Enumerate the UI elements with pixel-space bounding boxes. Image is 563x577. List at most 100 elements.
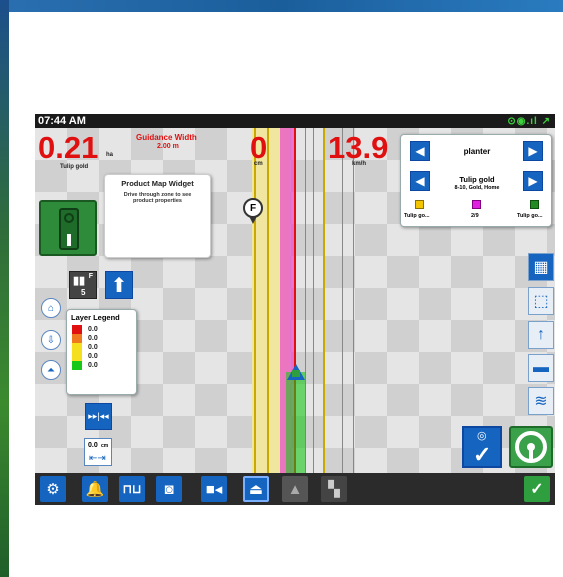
implement-button[interactable]: ⊓⊔ xyxy=(119,476,145,502)
offset-value: 0 xyxy=(250,130,268,165)
prev-implement-button[interactable]: ◀ xyxy=(410,141,430,161)
speed-unit: km/h xyxy=(352,161,367,167)
section-control-button[interactable]: ▮▮ F 5 xyxy=(69,271,97,299)
screenshot-button[interactable]: ◙ xyxy=(156,476,182,502)
engage-steering-button[interactable] xyxy=(509,426,553,468)
area-unit: ha xyxy=(106,152,114,158)
product-name: Tulip gold xyxy=(459,175,495,184)
boundary-button[interactable]: ⬚ xyxy=(528,287,554,315)
tractor-icon: ⏶ xyxy=(47,364,55,376)
video-icon: ■◂ xyxy=(205,481,223,498)
desktop-background-left xyxy=(0,0,9,577)
home-pin-icon: ⌂ xyxy=(47,302,55,314)
product-detail: 8-10, Gold, Home xyxy=(454,185,500,191)
center-section-swatch xyxy=(472,200,481,209)
autosteer-ready-button[interactable]: ◎ ✓ xyxy=(462,426,502,468)
settings-button[interactable]: ⚙ xyxy=(40,476,66,502)
layers-button[interactable]: ≋ xyxy=(528,387,554,415)
flag-marker[interactable]: F xyxy=(243,198,263,218)
lane-line xyxy=(323,128,325,473)
product-widget-title: Product Map Widget xyxy=(121,179,194,188)
mark-point-a-button[interactable]: ⌂ xyxy=(41,298,61,318)
left-section-label: Tulip go... xyxy=(404,213,430,219)
left-section-swatch xyxy=(415,200,424,209)
guidance-button[interactable]: ⏏ xyxy=(243,476,269,502)
bottom-toolbar: ⚙ 🔔 ⊓⊔ ◙ ■◂ ⏏ ▲ ▚ ✓ xyxy=(35,473,555,505)
arrow-up-icon: ⬆ xyxy=(110,274,128,297)
bell-icon: 🔔 xyxy=(85,481,105,498)
swath-view-button[interactable]: ▬ xyxy=(528,354,554,382)
steering-small-icon: ◎ xyxy=(477,430,487,442)
product-map-widget[interactable]: Product Map Widget Drive through zone to… xyxy=(104,174,211,258)
lane-line xyxy=(254,128,256,473)
steering-wheel-icon xyxy=(515,431,547,463)
area-product: Tulip gold xyxy=(60,164,89,170)
split-view-icon: ▚ xyxy=(328,481,340,498)
triangle-left-icon: ◀ xyxy=(415,144,425,158)
guidance-width-value: 2.00 m xyxy=(157,143,179,150)
boundary-icon: ▲ xyxy=(287,480,303,498)
guidance-icon: ⏏ xyxy=(248,481,264,498)
triangle-right-icon: ▶ xyxy=(528,174,538,188)
grid-line xyxy=(342,128,343,473)
speed-value: 13.9 xyxy=(328,130,389,165)
clock: 07:44 AM xyxy=(38,115,86,127)
gear-icon: ⚙ xyxy=(46,481,60,498)
shift-line-button[interactable]: ▸▸|◂◂ xyxy=(85,403,112,430)
legend-row: 0.0 xyxy=(72,361,136,370)
mark-point-b-button[interactable]: ⇩ xyxy=(41,330,61,350)
home-arrow-button[interactable]: ⬆ xyxy=(105,271,133,299)
grid-line xyxy=(313,128,314,473)
accept-button[interactable]: ✓ xyxy=(524,476,550,502)
legend-row: 0.0 xyxy=(72,334,136,343)
alerts-button[interactable]: 🔔 xyxy=(82,476,108,502)
next-implement-button[interactable]: ▶ xyxy=(523,141,543,161)
section-letter: F xyxy=(88,273,93,280)
section-number: 5 xyxy=(81,288,86,297)
nudge-amount-button[interactable]: 0.0 cm ⇤⇥ xyxy=(84,438,112,466)
split-view-button[interactable]: ▚ xyxy=(321,476,347,502)
offset-unit: cm xyxy=(254,161,263,167)
layers-icon: ≋ xyxy=(534,393,548,410)
layer-legend-title: Layer Legend xyxy=(71,313,120,322)
display-screen: 07:44 AM ⊙◉.ıl ↗ 0.21 ha Tulip gold Guid… xyxy=(35,114,555,505)
next-product-button[interactable]: ▶ xyxy=(523,171,543,191)
grid-line xyxy=(353,128,354,473)
triangle-right-icon: ▶ xyxy=(528,144,538,158)
swath-icon: ▬ xyxy=(533,359,549,376)
status-bar: 07:44 AM ⊙◉.ıl ↗ xyxy=(35,114,555,128)
prev-product-button[interactable]: ◀ xyxy=(410,171,430,191)
implement-icon: ⊓⊔ xyxy=(122,482,142,496)
implement-name: planter xyxy=(463,147,491,156)
vehicle-trail xyxy=(286,372,306,473)
check-icon: ✓ xyxy=(530,481,544,498)
legend-row: 0.0 xyxy=(72,343,136,352)
triangle-left-icon: ◀ xyxy=(415,174,425,188)
boundary-icon: ⬚ xyxy=(533,293,549,310)
grid-gear-icon: ▦ xyxy=(533,259,549,276)
guidance-width-title: Guidance Width xyxy=(136,133,197,142)
product-widget-hint: Drive through zone to see product proper… xyxy=(123,192,192,204)
legend-row: 0.0 xyxy=(72,352,136,361)
right-section-label: Tulip go... xyxy=(517,213,543,219)
layer-legend: Layer Legend 0.0 0.0 0.0 0.0 0.0 xyxy=(66,309,137,395)
map-settings-button[interactable]: ▦ xyxy=(528,253,554,281)
camera-icon: ◙ xyxy=(164,480,174,498)
vehicle-body xyxy=(292,370,300,377)
arrow-up-icon: ↑ xyxy=(537,326,545,343)
flag-marker-pointer xyxy=(249,216,257,224)
nudge-arrows-icon: ⇤⇥ xyxy=(89,453,106,464)
video-button[interactable]: ■◂ xyxy=(201,476,227,502)
check-icon: ✓ xyxy=(473,442,492,467)
master-switch-button[interactable] xyxy=(39,200,97,256)
nudge-unit: cm xyxy=(101,443,109,449)
switch-icon xyxy=(59,208,79,250)
status-icons: ⊙◉.ıl ↗ xyxy=(507,116,551,127)
boundary-toolbar-button[interactable]: ▲ xyxy=(282,476,308,502)
north-up-button[interactable]: ↑ xyxy=(528,321,554,349)
desktop-background-top xyxy=(0,0,563,12)
right-section-swatch xyxy=(530,200,539,209)
legend-row: 0.0 xyxy=(72,325,136,334)
nudge-view-button[interactable]: ⏶ xyxy=(41,360,61,380)
shift-arrows-icon: ▸▸|◂◂ xyxy=(88,411,109,421)
